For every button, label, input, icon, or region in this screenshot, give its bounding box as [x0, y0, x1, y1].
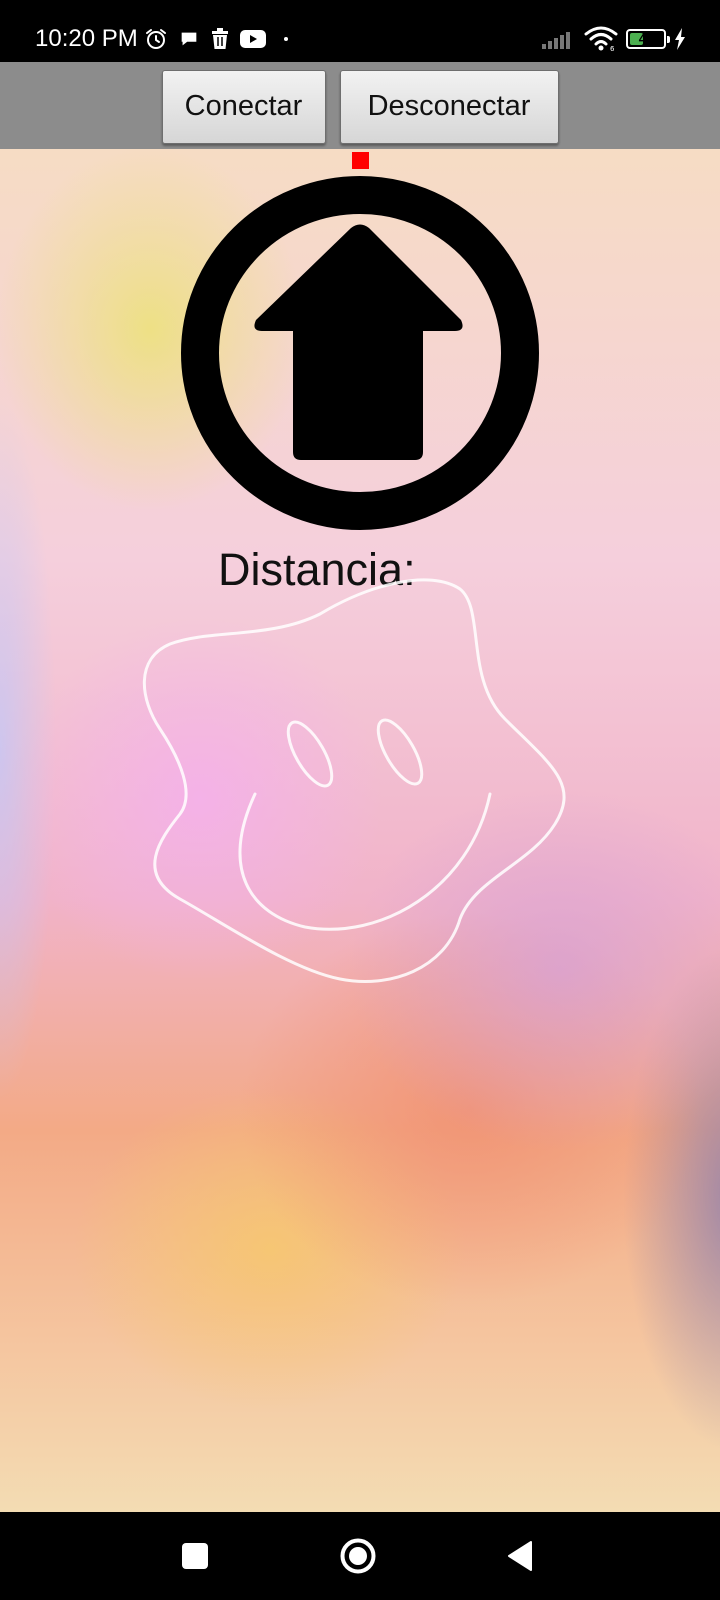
recents-icon: [182, 1543, 208, 1569]
youtube-icon: [240, 29, 266, 49]
toolbar: Conectar Desconectar: [0, 62, 720, 149]
battery-icon: 41: [626, 29, 670, 49]
system-status-icons: 6 41: [542, 24, 686, 54]
home-button[interactable]: [336, 1534, 380, 1578]
alarm-icon: [144, 27, 168, 51]
status-bar: 10:20 PM 6 41: [0, 0, 720, 62]
notification-icons: [144, 24, 296, 54]
battery-level: 41: [638, 31, 654, 46]
status-time: 10:20 PM: [35, 25, 138, 52]
main-content: Distancia:: [0, 149, 720, 1512]
smiley-doodle-art: [140, 569, 580, 1009]
up-arrow-circle-icon: [181, 176, 539, 530]
connection-indicator: [352, 152, 369, 169]
navigation-bar: [0, 1512, 720, 1600]
chat-bubble-icon: [178, 28, 200, 50]
trash-icon: [210, 28, 230, 50]
disconnect-button[interactable]: Desconectar: [339, 69, 559, 144]
svg-text:6: 6: [610, 45, 615, 52]
home-icon: [340, 1538, 376, 1574]
app-screen: 10:20 PM 6 41 Conectar Desconectar Dista…: [0, 0, 720, 1600]
signal-icon: [542, 29, 576, 49]
recents-button[interactable]: [173, 1534, 217, 1578]
connect-button[interactable]: Conectar: [161, 69, 326, 144]
forward-button[interactable]: [178, 174, 542, 532]
back-icon: [508, 1541, 532, 1571]
wifi-icon: 6: [584, 26, 618, 52]
charging-icon: [674, 28, 686, 50]
back-button[interactable]: [498, 1534, 542, 1578]
dot-icon: [276, 34, 296, 44]
